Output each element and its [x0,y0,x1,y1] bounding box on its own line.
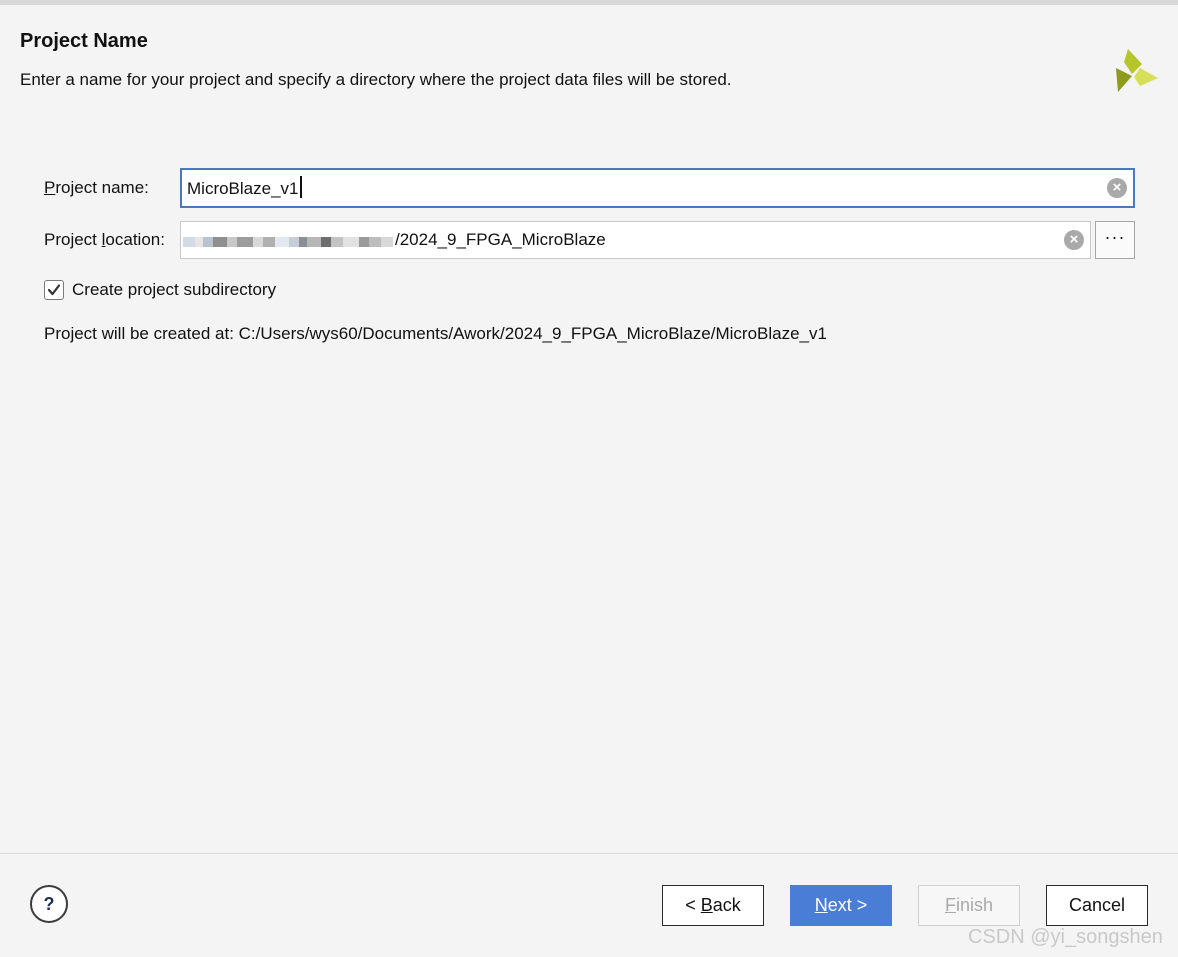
browse-button[interactable]: ··· [1095,221,1135,259]
project-location-text: /2024_9_FPGA_MicroBlaze [395,230,606,249]
cancel-button[interactable]: Cancel [1046,885,1148,926]
project-name-label-rest: roject name: [55,178,149,197]
page-subtitle: Enter a name for your project and specif… [20,70,732,89]
project-name-input[interactable]: MicroBlaze_v1 × [180,168,1135,208]
next-mnemonic: N [814,895,828,915]
page-title: Project Name [20,30,148,52]
project-location-label-rest: ocation: [105,230,165,249]
finish-rest: inish [955,895,994,915]
watermark: CSDN @yi_songshen [968,926,1163,948]
project-location-input[interactable]: /2024_9_FPGA_MicroBlaze × [180,221,1091,259]
create-subdirectory-checkbox[interactable] [44,280,64,300]
finish-button[interactable]: Finish [918,885,1020,926]
xilinx-logo-icon [1116,49,1158,92]
project-location-value: /2024_9_FPGA_MicroBlaze [183,230,606,250]
clear-name-icon[interactable]: × [1107,178,1127,198]
create-subdirectory-label[interactable]: Create project subdirectory [72,280,276,300]
text-caret [299,176,302,198]
project-name-label: Project name: [44,178,149,198]
back-prefix: < [685,895,701,915]
redacted-path-blur [183,232,393,250]
project-name-text: MicroBlaze_v1 [187,179,299,198]
finish-mnemonic: F [944,895,956,915]
project-name-value: MicroBlaze_v1 [187,176,302,199]
footer-divider [0,853,1178,854]
next-button[interactable]: Next > [790,885,892,926]
project-created-path: Project will be created at: C:/Users/wys… [44,324,827,343]
project-location-label: Project location: [44,230,165,250]
back-mnemonic: B [700,895,713,915]
next-rest: ext > [827,895,868,915]
help-button[interactable]: ? [30,885,68,923]
project-name-label-mnemonic: P [44,178,56,197]
back-button[interactable]: < Back [662,885,764,926]
window-top-strip [0,0,1178,5]
clear-location-icon[interactable]: × [1064,230,1084,250]
checkmark-icon [47,284,61,296]
project-location-label-prefix: Project [44,230,102,249]
back-rest: ack [712,895,741,915]
